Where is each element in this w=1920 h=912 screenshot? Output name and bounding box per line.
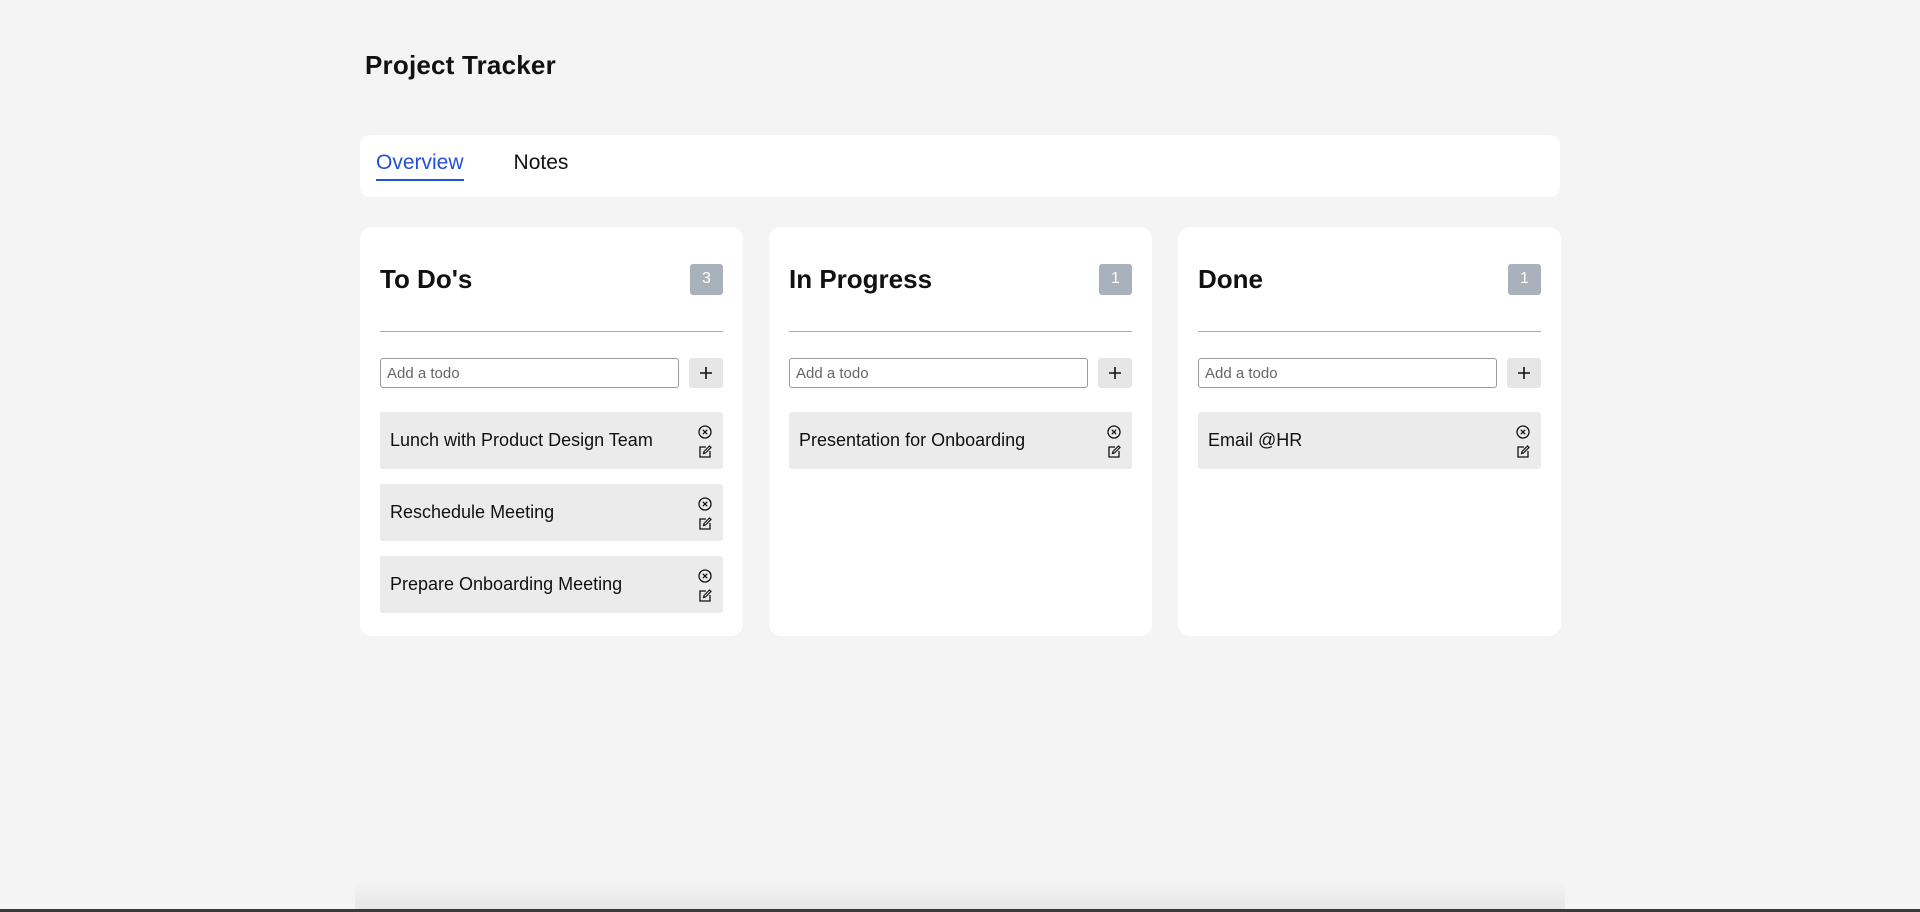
tab-bar: Overview Notes xyxy=(360,135,1560,197)
column-in-progress: In Progress 1 Presentation for Onboardin… xyxy=(769,227,1152,636)
todo-actions xyxy=(1515,424,1531,460)
todo-text: Email @HR xyxy=(1208,430,1303,450)
column-done: Done 1 Email @HR xyxy=(1178,227,1561,636)
board-columns: To Do's 3 Lunch with Product Design Team… xyxy=(360,227,1561,636)
count-badge: 1 xyxy=(1099,263,1132,295)
todo-item: Email @HR xyxy=(1198,412,1541,469)
column-title: Done xyxy=(1198,263,1263,294)
column-title: In Progress xyxy=(789,263,933,294)
bottom-shadow xyxy=(355,880,1565,912)
todo-actions xyxy=(697,568,713,604)
todo-item: Prepare Onboarding Meeting xyxy=(380,556,723,613)
todo-item: Presentation for Onboarding xyxy=(789,412,1132,469)
todo-actions xyxy=(1106,424,1122,460)
edit-icon[interactable] xyxy=(1515,444,1531,460)
edit-icon[interactable] xyxy=(697,444,713,460)
column-todo: To Do's 3 Lunch with Product Design Team… xyxy=(360,227,743,636)
close-circle-icon[interactable] xyxy=(697,496,713,512)
tab-notes[interactable]: Notes xyxy=(514,151,569,181)
count-badge: 3 xyxy=(690,263,723,295)
add-todo-button[interactable] xyxy=(1098,358,1132,388)
todo-item: Reschedule Meeting xyxy=(380,484,723,541)
edit-icon[interactable] xyxy=(1106,444,1122,460)
todo-actions xyxy=(697,424,713,460)
column-title: To Do's xyxy=(380,263,473,294)
plus-icon xyxy=(700,367,712,379)
column-header: To Do's 3 xyxy=(380,227,723,332)
todo-text: Presentation for Onboarding xyxy=(799,430,1026,450)
todo-text: Reschedule Meeting xyxy=(390,502,555,522)
close-circle-icon[interactable] xyxy=(1515,424,1531,440)
column-header: In Progress 1 xyxy=(789,227,1132,332)
plus-icon xyxy=(1109,367,1121,379)
todo-item: Lunch with Product Design Team xyxy=(380,412,723,469)
close-circle-icon[interactable] xyxy=(697,424,713,440)
edit-icon[interactable] xyxy=(697,588,713,604)
todo-text: Prepare Onboarding Meeting xyxy=(390,574,623,594)
close-circle-icon[interactable] xyxy=(697,568,713,584)
todo-actions xyxy=(697,496,713,532)
plus-icon xyxy=(1518,367,1530,379)
add-todo-row xyxy=(1198,358,1541,388)
tab-overview[interactable]: Overview xyxy=(376,151,464,181)
close-circle-icon[interactable] xyxy=(1106,424,1122,440)
add-todo-input[interactable] xyxy=(789,358,1088,388)
add-todo-row xyxy=(380,358,723,388)
page-title: Project Tracker xyxy=(365,50,556,80)
add-todo-input[interactable] xyxy=(1198,358,1497,388)
add-todo-row xyxy=(789,358,1132,388)
edit-icon[interactable] xyxy=(697,516,713,532)
add-todo-button[interactable] xyxy=(689,358,723,388)
page: Project Tracker Overview Notes To Do's 3… xyxy=(0,0,1920,912)
count-badge: 1 xyxy=(1508,263,1541,295)
add-todo-input[interactable] xyxy=(380,358,679,388)
column-header: Done 1 xyxy=(1198,227,1541,332)
add-todo-button[interactable] xyxy=(1507,358,1541,388)
todo-text: Lunch with Product Design Team xyxy=(390,430,653,450)
